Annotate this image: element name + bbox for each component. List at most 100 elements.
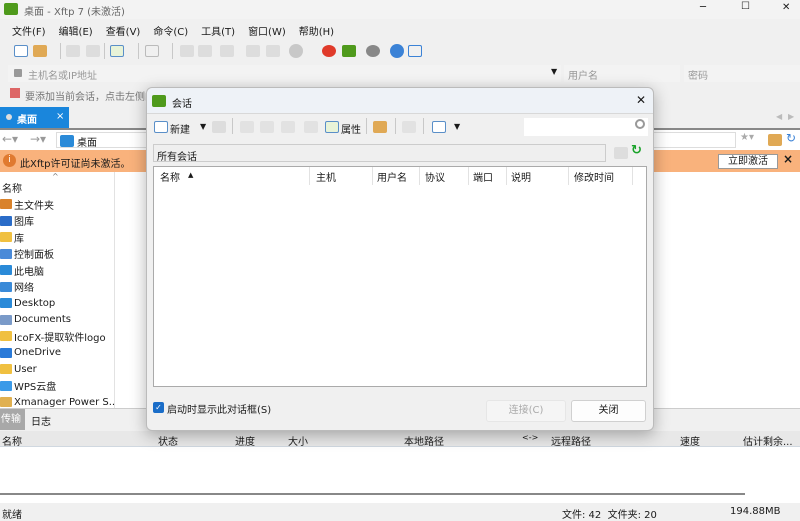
col-port[interactable]: 端口 — [473, 169, 493, 184]
host-field[interactable]: 主机名或IP地址 ▼ — [8, 65, 561, 82]
show-on-startup-label[interactable]: 启动时显示此对话框(S) — [167, 401, 271, 416]
tab-scroll-left-icon[interactable]: ◀ — [776, 112, 782, 121]
activate-button[interactable]: 立即激活 — [718, 154, 778, 169]
tab-transfer[interactable]: 传输 — [0, 409, 25, 430]
session-search-input[interactable] — [524, 118, 648, 136]
back-button[interactable]: ←▾ — [2, 132, 18, 146]
xftp-icon[interactable] — [342, 45, 356, 57]
properties-icon[interactable] — [325, 121, 339, 133]
delete-icon[interactable] — [304, 121, 318, 133]
connect-icon[interactable] — [66, 45, 80, 57]
tab-scroll-right-icon[interactable]: ▶ — [788, 112, 794, 121]
menu-view[interactable]: 查看(V) — [106, 23, 141, 38]
file-item[interactable]: OneDrive — [0, 345, 61, 361]
menu-window[interactable]: 窗口(W) — [248, 23, 286, 38]
upload-icon[interactable] — [180, 45, 194, 57]
file-item[interactable]: User — [0, 361, 37, 377]
connect-button[interactable]: 连接(C) — [486, 400, 566, 422]
banner-close-button[interactable]: × — [783, 152, 793, 166]
col-status[interactable]: 状态 — [158, 433, 178, 448]
properties-icon[interactable] — [110, 45, 124, 57]
minimize-button[interactable]: ─ — [700, 2, 706, 13]
password-field[interactable]: 密码 — [684, 65, 800, 82]
cut-icon[interactable] — [240, 121, 254, 133]
close-button[interactable]: 关闭 — [571, 400, 646, 422]
column-header-name[interactable]: 名称 — [2, 180, 22, 195]
forward-button[interactable]: →▾ — [30, 132, 46, 146]
col-local-path[interactable]: 本地路径 — [404, 433, 444, 448]
file-item[interactable]: 图库 — [0, 213, 34, 229]
gear-icon[interactable] — [366, 45, 380, 57]
dialog-close-button[interactable]: ✕ — [636, 93, 646, 107]
col-host[interactable]: 主机 — [316, 169, 336, 184]
sync-icon[interactable] — [220, 45, 234, 57]
file-item[interactable]: Xmanager Power S... — [0, 394, 114, 408]
file-item[interactable]: 控制面板 — [0, 246, 54, 262]
col-description[interactable]: 说明 — [511, 169, 531, 184]
menu-file[interactable]: 文件(F) — [12, 23, 46, 38]
col-progress[interactable]: 进度 — [235, 433, 255, 448]
open-folder-icon[interactable] — [33, 45, 47, 57]
new-button[interactable]: 新建 — [170, 121, 190, 136]
open-session-icon[interactable] — [212, 121, 226, 133]
up-folder-icon[interactable] — [614, 147, 628, 159]
file-item[interactable]: 库 — [0, 229, 24, 245]
new-dropdown-icon[interactable]: ▼ — [200, 122, 206, 131]
chat-icon[interactable] — [408, 45, 422, 57]
maximize-button[interactable]: ☐ — [741, 1, 750, 12]
tab-desktop[interactable]: 桌面 × — [0, 107, 69, 128]
chevron-down-icon[interactable]: ▼ — [551, 67, 557, 76]
paste-icon[interactable] — [281, 121, 295, 133]
file-item[interactable]: 主文件夹 — [0, 196, 54, 212]
help-icon[interactable] — [390, 44, 404, 58]
new-session-icon[interactable] — [14, 45, 28, 57]
file-item[interactable]: IcoFX-提取软件logo — [0, 328, 106, 344]
menu-edit[interactable]: 编辑(E) — [59, 23, 93, 38]
col-direction[interactable]: <-> — [522, 433, 538, 442]
col-speed[interactable]: 速度 — [680, 433, 700, 448]
copy-icon[interactable] — [246, 45, 260, 57]
file-item[interactable]: Desktop — [0, 295, 55, 311]
copy-icon[interactable] — [260, 121, 274, 133]
horizontal-scrollbar[interactable] — [0, 493, 745, 495]
col-size[interactable]: 大小 — [288, 433, 308, 448]
col-eta[interactable]: 估计剩余... — [743, 433, 793, 448]
folder-icon[interactable] — [373, 121, 387, 133]
tab-log[interactable]: 日志 — [31, 413, 51, 428]
file-item[interactable]: WPS云盘 — [0, 378, 56, 394]
col-protocol[interactable]: 协议 — [425, 169, 445, 184]
file-item[interactable]: Documents — [0, 312, 71, 328]
file-item[interactable]: 此电脑 — [0, 262, 44, 278]
tab-close-button[interactable]: × — [56, 111, 64, 122]
download-icon[interactable] — [198, 45, 212, 57]
view-icon[interactable] — [432, 121, 446, 133]
close-window-button[interactable]: ✕ — [782, 2, 790, 13]
view-dropdown-icon[interactable]: ▼ — [454, 122, 460, 131]
col-modified[interactable]: 修改时间 — [574, 169, 614, 184]
new-session-icon[interactable] — [154, 121, 168, 133]
tab-dot-icon — [6, 114, 12, 120]
refresh-icon[interactable]: ↻ — [786, 131, 796, 145]
username-field[interactable]: 用户名 — [564, 65, 680, 82]
col-name[interactable]: 名称 — [160, 169, 180, 184]
col-remote-path[interactable]: 远程路径 — [551, 433, 591, 448]
col-name[interactable]: 名称 — [2, 433, 22, 448]
disconnect-icon[interactable] — [86, 45, 100, 57]
properties-button[interactable]: 属性 — [341, 121, 361, 136]
star-icon[interactable]: ★▾ — [740, 132, 754, 143]
col-username[interactable]: 用户名 — [377, 169, 407, 184]
paste-icon[interactable] — [266, 45, 280, 57]
menu-tools[interactable]: 工具(T) — [201, 23, 235, 38]
menu-help[interactable]: 帮助(H) — [299, 23, 334, 38]
search-icon[interactable] — [635, 119, 645, 129]
parent-folder-icon[interactable] — [768, 134, 782, 146]
terminal-icon[interactable] — [145, 45, 159, 57]
show-on-startup-checkbox[interactable]: ✓ — [153, 402, 164, 413]
shortcut-icon[interactable] — [402, 121, 416, 133]
refresh-icon[interactable]: ↻ — [631, 143, 642, 158]
xshell-icon[interactable] — [322, 45, 336, 57]
status-bar: 就绪 文件: 42 文件夹: 20 194.88MB — [0, 503, 800, 521]
menu-command[interactable]: 命令(C) — [153, 23, 188, 38]
status-circle-icon[interactable] — [289, 44, 303, 58]
file-item[interactable]: 网络 — [0, 279, 34, 295]
